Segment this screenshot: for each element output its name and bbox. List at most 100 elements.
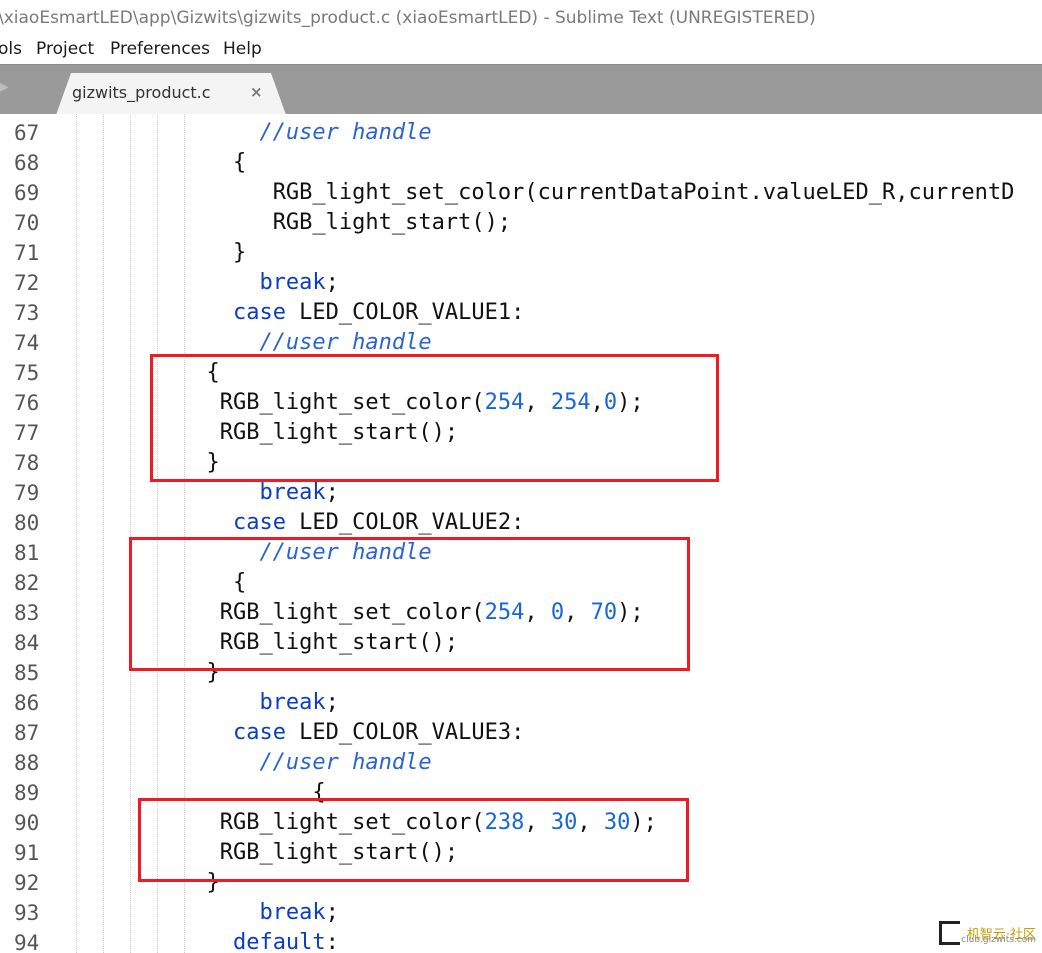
tab-close-icon[interactable]: × — [250, 83, 263, 101]
line-number: 82 — [14, 571, 40, 595]
code-token: { — [232, 150, 247, 175]
watermark: 机智云·社区 club.gizwits.com — [938, 921, 1036, 949]
code-text: case LED_COLOR_VALUE1: — [74, 298, 524, 328]
line-number: 83 — [14, 601, 40, 625]
comment-token: //user handle — [259, 120, 432, 145]
line-number: 73 — [14, 301, 40, 325]
code-text: RGB_light_set_color(currentDataPoint.val… — [74, 178, 1015, 208]
keyword-token: case — [232, 510, 286, 535]
tab-scroll-arrow-icon[interactable]: ▶ — [0, 79, 9, 95]
keyword-token: case — [232, 720, 286, 745]
line-number: 79 — [14, 481, 40, 505]
line-number: 75 — [14, 361, 40, 385]
code-line[interactable]: 67 //user handle — [0, 118, 1042, 148]
menu-project[interactable]: Project — [36, 36, 94, 62]
line-number: 78 — [14, 451, 40, 475]
code-text: { — [74, 148, 246, 178]
code-editor[interactable]: 67 //user handle 68 {69 RGB_light_set_col… — [0, 114, 1042, 953]
line-number: 85 — [14, 661, 40, 685]
code-line[interactable]: 86 break; — [0, 688, 1042, 718]
menu-tools[interactable]: ols — [0, 36, 22, 62]
line-number: 93 — [14, 901, 40, 925]
code-token: ; — [325, 270, 339, 295]
highlight-box-color-value2 — [129, 537, 690, 671]
menu-help[interactable]: Help — [223, 36, 262, 62]
code-line[interactable]: 69 RGB_light_set_color(currentDataPoint.… — [0, 178, 1042, 208]
line-number: 87 — [14, 721, 40, 745]
line-number: 68 — [14, 151, 40, 175]
code-text: //user handle — [74, 118, 432, 148]
line-number: 71 — [14, 241, 40, 265]
tab-label[interactable]: gizwits_product.c — [72, 83, 211, 102]
code-token: ; — [325, 900, 339, 925]
code-text: case LED_COLOR_VALUE3: — [74, 718, 524, 748]
code-text: RGB_light_start(); — [74, 208, 511, 238]
line-number: 94 — [14, 931, 40, 953]
line-number: 69 — [14, 181, 40, 205]
code-line[interactable]: 94 default: — [0, 928, 1042, 953]
code-line[interactable]: 79 break; — [0, 478, 1042, 508]
line-number: 76 — [14, 391, 40, 415]
code-text: default: — [74, 928, 339, 953]
code-token: RGB_light_set_color(currentDataPoint.val… — [272, 180, 1015, 205]
code-line[interactable]: 73 case LED_COLOR_VALUE1: — [0, 298, 1042, 328]
line-number: 77 — [14, 421, 40, 445]
code-line[interactable]: 93 break; — [0, 898, 1042, 928]
code-text: break; — [74, 688, 338, 718]
code-line[interactable]: 80 case LED_COLOR_VALUE2: — [0, 508, 1042, 538]
comment-token: //user handle — [259, 750, 432, 775]
line-number: 72 — [14, 271, 40, 295]
code-line[interactable]: 70 RGB_light_start(); — [0, 208, 1042, 238]
keyword-token: case — [232, 300, 286, 325]
line-number: 91 — [14, 841, 40, 865]
code-token: LED_COLOR_VALUE2: — [285, 510, 525, 535]
code-token: LED_COLOR_VALUE1: — [285, 300, 525, 325]
highlight-box-color-value1 — [150, 354, 719, 482]
code-line[interactable]: 72 break; — [0, 268, 1042, 298]
watermark-url: club.gizwits.com — [961, 935, 1036, 945]
code-text: } — [74, 238, 246, 268]
code-token: RGB_light_start(); — [272, 210, 512, 235]
line-number: 67 — [14, 121, 40, 145]
code-line[interactable]: 88 //user handle — [0, 748, 1042, 778]
keyword-token: break — [259, 690, 326, 715]
line-number: 70 — [14, 211, 40, 235]
menu-preferences[interactable]: Preferences — [110, 36, 210, 62]
line-number: 84 — [14, 631, 40, 655]
line-number: 89 — [14, 781, 40, 805]
menu-bar: ols Project Preferences Help — [0, 36, 1042, 64]
code-line[interactable]: 68 { — [0, 148, 1042, 178]
code-text: case LED_COLOR_VALUE2: — [74, 508, 524, 538]
line-number: 86 — [14, 691, 40, 715]
comment-token: //user handle — [259, 330, 432, 355]
code-text: break; — [74, 268, 339, 298]
highlight-box-color-value3 — [138, 798, 689, 882]
code-token: ; — [325, 480, 339, 505]
line-number: 74 — [14, 331, 40, 355]
code-line[interactable]: 71 } — [0, 238, 1042, 268]
code-token: } — [232, 240, 247, 265]
tab-bar: ▶ gizwits_product.c × — [0, 64, 1042, 115]
code-text: break; — [74, 478, 339, 508]
code-text: break; — [74, 898, 339, 928]
keyword-token: break — [259, 480, 326, 505]
line-number: 90 — [14, 811, 40, 835]
code-token: : — [325, 930, 339, 953]
code-line[interactable]: 87 case LED_COLOR_VALUE3: — [0, 718, 1042, 748]
line-number: 88 — [14, 751, 40, 775]
line-number: 81 — [14, 541, 40, 565]
code-text: //user handle — [74, 748, 432, 778]
line-number: 92 — [14, 871, 40, 895]
